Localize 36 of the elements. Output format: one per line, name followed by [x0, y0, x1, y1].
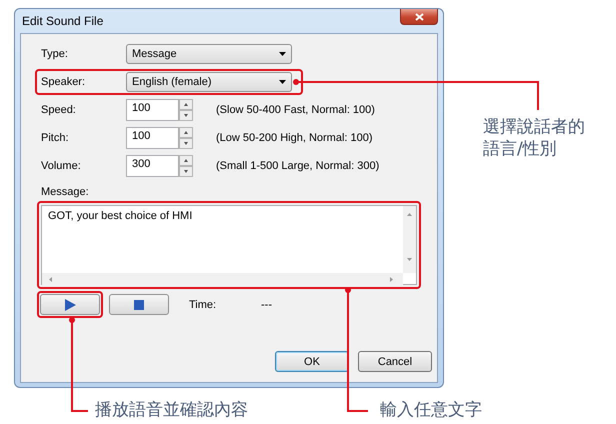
spin-down-icon[interactable]	[179, 138, 193, 149]
spin-up-icon[interactable]	[179, 99, 193, 110]
spin-down-icon[interactable]	[179, 110, 193, 121]
dialog-button[interactable]: OK	[275, 351, 349, 372]
field-label: Speed:	[41, 104, 77, 116]
field-label: Message:	[41, 186, 90, 198]
spin-up-icon[interactable]	[179, 127, 193, 138]
close-icon	[414, 12, 424, 20]
callout-text: 播放語音並確認內容	[95, 399, 248, 421]
callout-text: 選擇說話者的 語言/性別	[483, 116, 585, 160]
field-label: Pitch:	[41, 132, 70, 144]
callout-text: 輸入任意文字	[380, 399, 482, 421]
dropdown[interactable]: English (female)	[126, 72, 292, 92]
time-label: Time:	[189, 298, 218, 310]
range-hint: (Small 1-500 Large, Normal: 300)	[216, 160, 380, 172]
range-hint: (Low 50-200 High, Normal: 100)	[216, 132, 373, 144]
caret-icon	[279, 52, 286, 56]
field-label: Type:	[41, 48, 69, 60]
number-field[interactable]: 100	[126, 127, 179, 149]
range-hint: (Slow 50-400 Fast, Normal: 100)	[216, 104, 375, 116]
time-value: ---	[261, 298, 272, 310]
stop-button[interactable]	[109, 294, 169, 315]
window-title: Edit Sound File	[21, 14, 104, 28]
spin-up-icon[interactable]	[179, 155, 193, 166]
dialog-button[interactable]: Cancel	[358, 351, 432, 372]
play-icon	[64, 298, 76, 310]
number-field[interactable]: 300	[126, 155, 179, 177]
message-field[interactable]: GOT, your best choice of HMI	[41, 205, 417, 285]
caret-icon	[279, 80, 286, 84]
spin-down-icon[interactable]	[179, 166, 193, 177]
field-label: Volume:	[41, 160, 82, 172]
stop-icon	[134, 300, 144, 310]
field-label: Speaker:	[41, 76, 86, 88]
dropdown[interactable]: Message	[126, 44, 292, 64]
number-field[interactable]: 100	[126, 99, 179, 121]
close-button[interactable]	[400, 9, 438, 25]
